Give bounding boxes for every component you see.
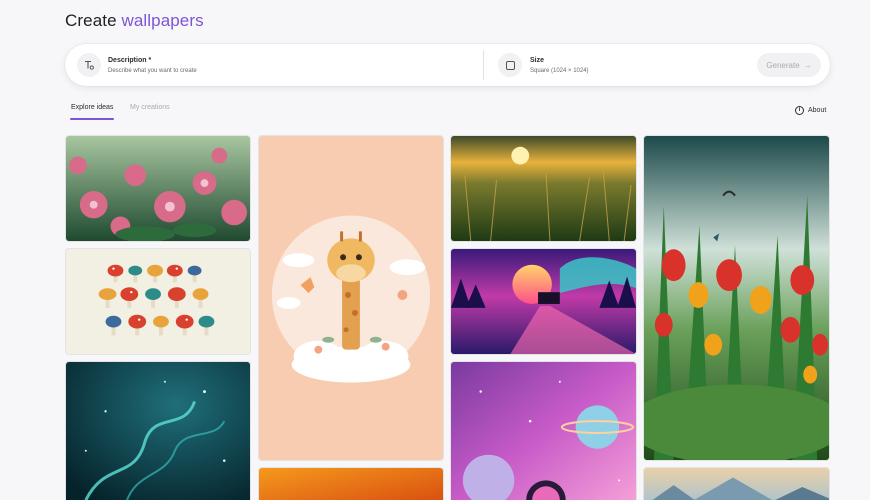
orange-gradient-tile[interactable] (258, 467, 444, 500)
info-icon: i (795, 106, 804, 115)
tab-my-creations[interactable]: My creations (130, 104, 170, 111)
synthwave-train-tile[interactable] (450, 248, 637, 355)
description-label: Description * (108, 57, 152, 64)
field-divider (483, 50, 484, 80)
generate-button[interactable]: Generate → (757, 53, 821, 77)
about-button[interactable]: i About (795, 106, 826, 115)
generate-label: Generate (766, 60, 800, 70)
giraffe-tile[interactable] (258, 135, 444, 461)
tab-explore-ideas[interactable]: Explore ideas (69, 104, 115, 120)
mountains-tile[interactable] (643, 467, 830, 500)
teal-abstract-tile[interactable] (65, 361, 251, 500)
about-label: About (808, 107, 827, 114)
text-settings-icon[interactable] (77, 53, 101, 77)
meadow-sunset-tile[interactable] (450, 135, 637, 242)
prompt-bar: Description * Describe what you want to … (65, 44, 830, 86)
square-size-icon[interactable] (498, 53, 522, 77)
arrow-right-icon: → (803, 60, 812, 70)
description-input[interactable]: Describe what you want to create (108, 68, 197, 74)
title-prefix: Create (65, 11, 117, 30)
page-title: Create wallpapers (65, 11, 204, 31)
size-select[interactable]: Square (1024 × 1024) (530, 68, 589, 74)
space-planets-tile[interactable] (450, 361, 637, 500)
flower-garden-tile[interactable] (65, 135, 251, 242)
tulips-tile[interactable] (643, 135, 830, 461)
mushrooms-tile[interactable] (65, 248, 251, 355)
size-label: Size (530, 57, 545, 64)
title-accent: wallpapers (121, 11, 204, 30)
